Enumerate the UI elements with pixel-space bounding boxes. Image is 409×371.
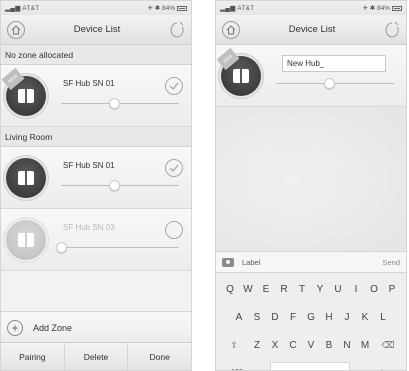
pairing-button[interactable]: Pairing — [1, 343, 65, 370]
delete-key[interactable]: ⌫ — [375, 333, 401, 357]
hub-image: NEW — [216, 47, 261, 96]
key[interactable]: J — [339, 305, 355, 329]
home-icon — [11, 24, 21, 34]
battery-status: ✈ ✱ 84% — [362, 4, 402, 12]
delete-button[interactable]: Delete — [65, 343, 129, 370]
status-bar: ▂▄▆ AT&T ✈ ✱ 84% — [216, 1, 406, 15]
space-key[interactable]: space — [270, 362, 350, 370]
key[interactable]: I — [348, 277, 364, 301]
keyboard-row-2: ASDFGHJKL — [216, 303, 406, 331]
select-checkbox[interactable] — [165, 159, 183, 177]
key[interactable]: A — [231, 305, 247, 329]
hub-image — [6, 158, 46, 198]
refresh-icon — [385, 21, 399, 37]
nav-bar: Device List — [1, 15, 191, 45]
device-name: SF Hub SN 03 — [63, 223, 115, 232]
slider-knob[interactable] — [109, 180, 121, 191]
brightness-slider[interactable] — [61, 247, 179, 248]
key[interactable]: H — [321, 305, 337, 329]
add-zone-label: Add Zone — [33, 322, 73, 333]
sync-button[interactable] — [384, 21, 400, 39]
shift-key[interactable]: ⇧ — [221, 333, 247, 357]
check-icon — [169, 164, 179, 172]
carrier-signal: ▂▄▆ AT&T — [5, 5, 40, 12]
key[interactable]: B — [321, 333, 337, 357]
device-list-screen: ▂▄▆ AT&T ✈ ✱ 84% Device List No zone all… — [0, 0, 192, 371]
select-checkbox[interactable] — [165, 77, 183, 95]
check-icon — [169, 82, 179, 90]
key[interactable]: X — [267, 333, 283, 357]
status-bar: ▂▄▆ AT&T ✈ ✱ 84% — [1, 1, 191, 15]
hub-image — [6, 220, 46, 260]
add-zone-button[interactable]: + Add Zone — [1, 311, 191, 343]
numbers-key[interactable]: 123 — [220, 362, 254, 371]
label-field[interactable]: Label — [242, 258, 382, 267]
battery-status: ✈ ✱ 84% — [147, 4, 187, 12]
device-name: SF Hub SN 01 — [63, 79, 115, 88]
edit-device-screen: ▂▄▆ AT&T ✈ ✱ 84% Device List NEW Label S… — [215, 0, 407, 371]
content-area — [216, 107, 406, 251]
new-badge: NEW — [1, 67, 25, 91]
key[interactable]: O — [366, 277, 382, 301]
camera-icon[interactable] — [222, 257, 234, 267]
device-edit-row: NEW — [216, 45, 406, 107]
battery-icon — [392, 5, 402, 11]
home-button[interactable] — [7, 20, 25, 39]
key[interactable]: N — [339, 333, 355, 357]
home-button[interactable] — [222, 20, 240, 39]
sync-button[interactable] — [169, 21, 185, 39]
zone-header-living-room: Living Room — [1, 127, 191, 147]
refresh-icon — [170, 21, 184, 37]
done-button[interactable]: Done — [128, 343, 191, 370]
slider-knob[interactable] — [109, 98, 121, 109]
key[interactable]: R — [276, 277, 292, 301]
keyboard-row-1: QWERTYUIOP — [216, 275, 406, 303]
plus-icon: + — [7, 319, 23, 336]
key[interactable]: V — [303, 333, 319, 357]
send-button[interactable]: Send — [382, 258, 400, 267]
key[interactable]: P — [384, 277, 400, 301]
nav-bar: Device List — [216, 15, 406, 45]
key[interactable]: Y — [312, 277, 328, 301]
key[interactable]: Q — [222, 277, 238, 301]
hub-image: NEW — [1, 67, 46, 116]
slider-knob[interactable] — [56, 242, 67, 253]
device-row[interactable]: SF Hub SN 01 — [1, 147, 191, 209]
new-badge: NEW — [216, 47, 240, 71]
carrier-signal: ▂▄▆ AT&T — [220, 5, 255, 12]
device-row[interactable]: SF Hub SN 03 — [1, 209, 191, 271]
key[interactable]: G — [303, 305, 319, 329]
slider-knob[interactable] — [324, 78, 336, 89]
zone-header-unallocated: No zone allocated — [1, 45, 191, 65]
page-title: Device List — [73, 24, 121, 35]
home-icon — [226, 24, 236, 34]
keyboard: QWERTYUIOP ASDFGHJKL ⇧ ZXCVBNM ⌫ 123 spa… — [216, 273, 406, 371]
key[interactable]: T — [294, 277, 310, 301]
key[interactable]: Z — [249, 333, 265, 357]
bottom-toolbar: Pairing Delete Done — [1, 342, 191, 370]
key[interactable]: M — [357, 333, 373, 357]
key[interactable]: U — [330, 277, 346, 301]
key[interactable]: F — [285, 305, 301, 329]
page-title: Device List — [288, 24, 336, 35]
device-name-input[interactable] — [282, 55, 386, 72]
keyboard-bottom-row: 123 space return — [216, 359, 406, 371]
return-key[interactable]: return — [366, 362, 402, 371]
device-name: SF Hub SN 01 — [63, 161, 115, 170]
key[interactable]: D — [267, 305, 283, 329]
key[interactable]: W — [240, 277, 256, 301]
key[interactable]: L — [375, 305, 391, 329]
key[interactable]: S — [249, 305, 265, 329]
select-checkbox[interactable] — [165, 221, 183, 239]
key[interactable]: C — [285, 333, 301, 357]
battery-icon — [177, 5, 187, 11]
label-input-bar: Label Send — [216, 251, 406, 273]
key[interactable]: E — [258, 277, 274, 301]
device-row[interactable]: NEW SF Hub SN 01 — [1, 65, 191, 127]
key[interactable]: K — [357, 305, 373, 329]
keyboard-row-3: ⇧ ZXCVBNM ⌫ — [216, 331, 406, 359]
